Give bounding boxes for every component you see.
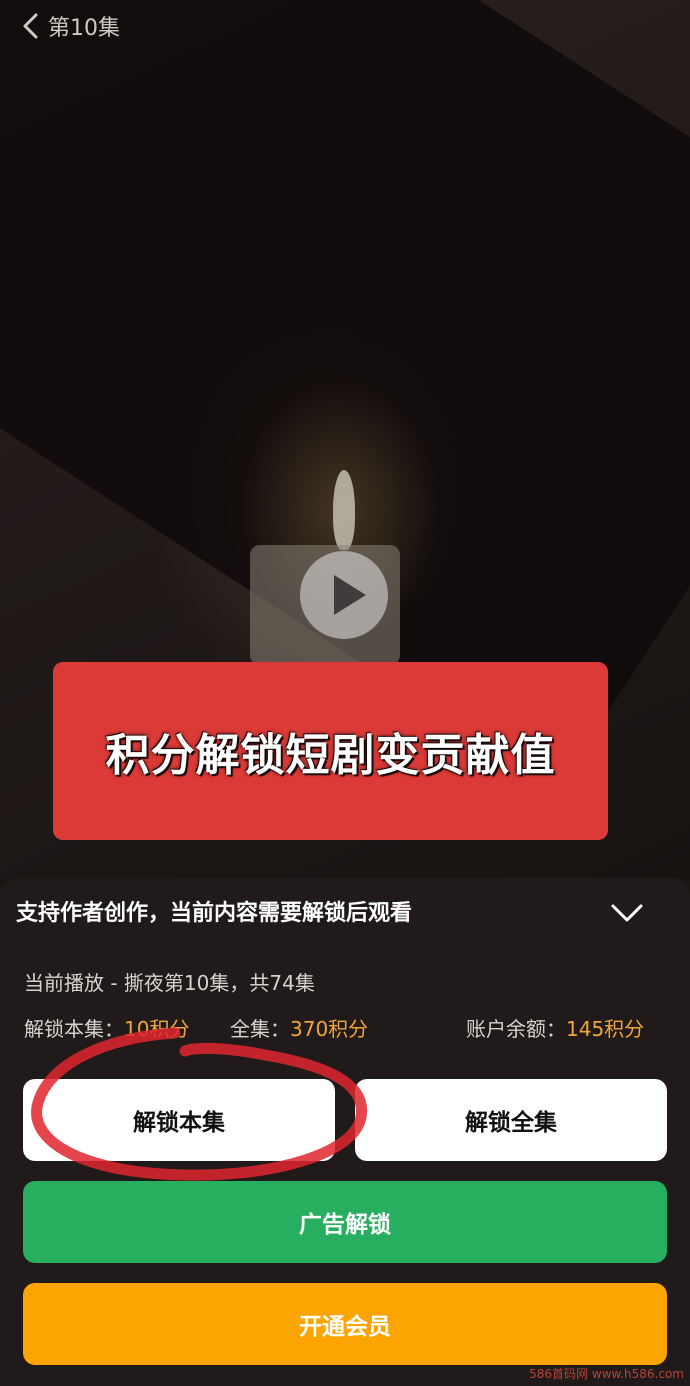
balance-label: 账户余额：: [466, 1017, 566, 1041]
banner-text: 积分解锁短剧变贡献值: [105, 730, 556, 781]
vip-button[interactable]: 开通会员: [23, 1283, 667, 1365]
watermark: 586首码网 www.h586.com: [529, 1367, 684, 1381]
balance-value: 145积分: [566, 1017, 645, 1041]
back-chevron-icon: [23, 13, 38, 39]
account-balance: 账户余额：145积分: [466, 1013, 644, 1042]
episode-title: 第10集: [48, 16, 120, 41]
promo-banner: 积分解锁短剧变贡献值: [53, 662, 608, 840]
chevron-down-icon[interactable]: [610, 902, 644, 924]
all-price: 全集：370积分: [230, 1013, 368, 1042]
episode-price: 解锁本集：10积分: [24, 1013, 189, 1042]
play-button[interactable]: [300, 551, 388, 639]
all-price-value: 370积分: [290, 1017, 369, 1041]
sheet-title: 支持作者创作，当前内容需要解锁后观看: [16, 901, 413, 926]
episode-price-label: 解锁本集：: [24, 1017, 124, 1041]
back-button[interactable]: 第10集: [20, 8, 120, 44]
candle-flame: [333, 470, 355, 550]
unlock-all-button[interactable]: 解锁全集: [355, 1079, 667, 1161]
all-price-label: 全集：: [230, 1017, 290, 1041]
unlock-sheet: 支持作者创作，当前内容需要解锁后观看 当前播放 - 撕夜第10集，共74集 解锁…: [0, 878, 690, 1386]
play-icon: [334, 575, 366, 615]
episode-price-value: 10积分: [124, 1017, 190, 1041]
unlock-episode-button[interactable]: 解锁本集: [23, 1079, 335, 1161]
ad-unlock-button[interactable]: 广告解锁: [23, 1181, 667, 1263]
now-playing-info: 当前播放 - 撕夜第10集，共74集: [24, 971, 315, 995]
